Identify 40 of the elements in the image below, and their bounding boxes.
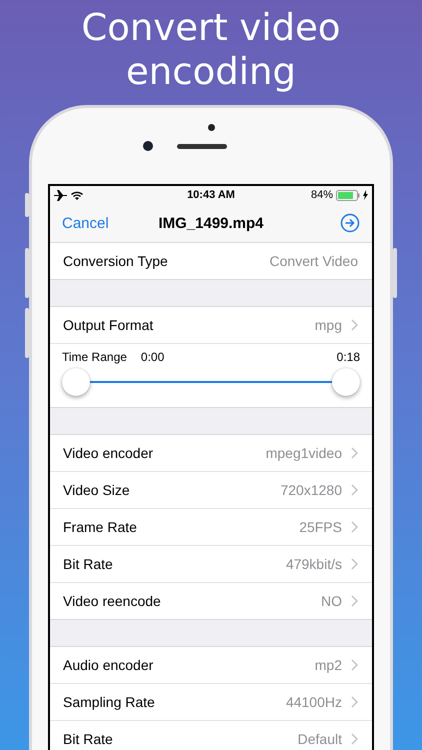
- wifi-icon: [71, 190, 83, 200]
- row-value: 479kbit/s: [286, 556, 342, 572]
- headline: encoding: [126, 50, 296, 94]
- row-label: Output Format: [63, 317, 154, 333]
- row-value: NO: [321, 593, 342, 609]
- camera-icon: [143, 141, 153, 151]
- sensor-dot: [208, 124, 214, 131]
- battery-percent: 84%: [310, 189, 334, 201]
- row-value: 44100Hz: [286, 694, 342, 710]
- row-value: mpeg1video: [266, 445, 342, 461]
- row-value: 25FPS: [299, 519, 342, 535]
- arrow-circle-icon[interactable]: [340, 213, 360, 233]
- cancel-button[interactable]: Cancel: [62, 214, 142, 232]
- status-time: 10:43 AM: [187, 189, 235, 201]
- row-value: Convert Video: [270, 253, 358, 269]
- row-label: Time Range: [62, 350, 127, 364]
- battery-icon: [336, 190, 360, 200]
- speaker-grille: [177, 144, 227, 148]
- row-label: Bit Rate: [63, 556, 114, 572]
- headline: Convert video: [81, 6, 341, 50]
- slider-handle[interactable]: [62, 368, 90, 396]
- row-label: Sampling Rate: [63, 694, 156, 710]
- row-label: Audio encoder: [63, 657, 154, 673]
- end-time: 0:18: [336, 350, 360, 364]
- row-label: Frame Rate: [63, 519, 138, 535]
- row-value: Default: [298, 731, 342, 747]
- start-time: 0:00: [140, 350, 164, 364]
- row-label: Conversion Type: [63, 253, 169, 269]
- row-value: mpg: [314, 317, 342, 333]
- range-slider[interactable]: [62, 366, 360, 398]
- screen-title: IMG_1499.mp4: [157, 214, 265, 232]
- charging-icon: [363, 190, 368, 200]
- row-label: Video Size: [63, 482, 131, 498]
- row-label: Video reencode: [63, 593, 162, 609]
- row-label: Bit Rate: [63, 731, 114, 747]
- row-label: Video encoder: [63, 445, 154, 461]
- row-value: mp2: [314, 657, 342, 673]
- row-value: 720x1280: [280, 482, 342, 498]
- slider-handle[interactable]: [332, 368, 360, 396]
- airplane-icon: [54, 190, 67, 200]
